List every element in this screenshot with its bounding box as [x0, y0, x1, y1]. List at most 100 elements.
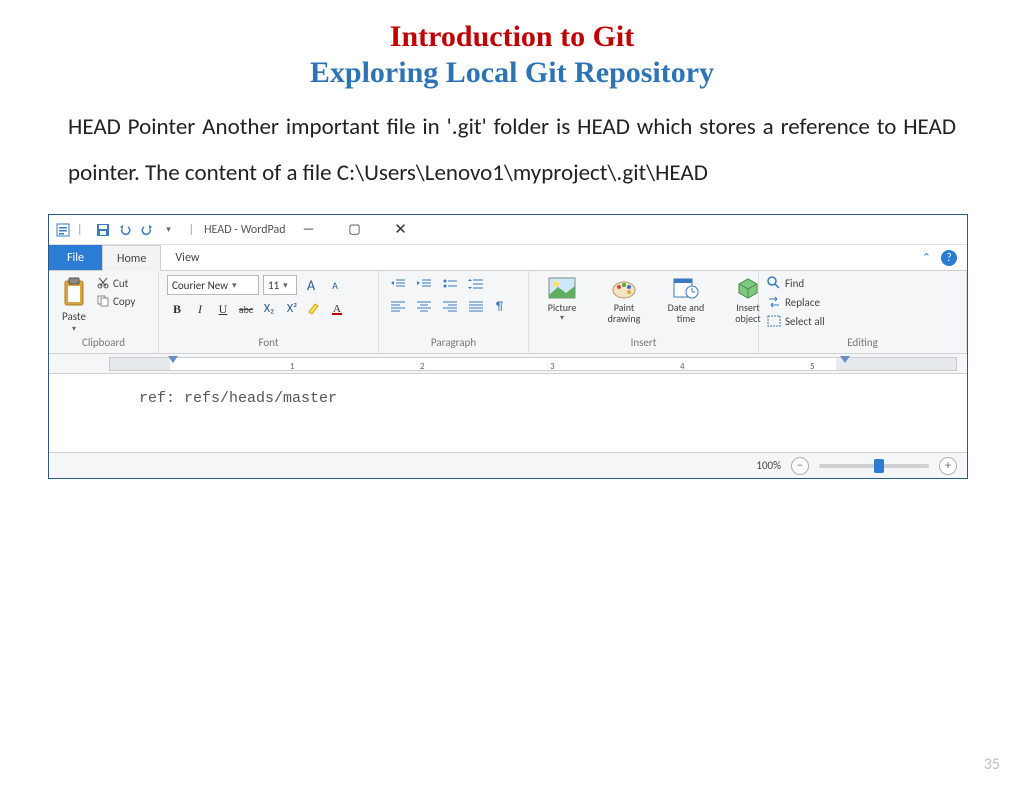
ruler-tick-1: 1 — [290, 361, 295, 372]
select-all-icon — [767, 315, 781, 327]
redo-icon[interactable] — [137, 220, 157, 240]
chevron-down-icon: ▾ — [560, 314, 564, 323]
maximize-button[interactable]: ▢ — [332, 215, 378, 244]
editing-group: Find Replace Select all Editing — [759, 271, 967, 353]
ruler-tick-3: 3 — [550, 361, 555, 372]
shrink-font-button[interactable]: A — [325, 275, 345, 295]
paint-icon — [609, 275, 639, 301]
save-icon[interactable] — [93, 220, 113, 240]
bullet-list-button[interactable] — [439, 275, 461, 293]
font-color-button[interactable]: A — [328, 299, 348, 319]
insert-group: Picture ▾ Paint drawing Date and time In… — [529, 271, 759, 353]
insert-paint-button[interactable]: Paint drawing — [599, 275, 649, 324]
collapse-ribbon-icon[interactable]: ⌃ — [922, 251, 931, 264]
ribbon: Paste ▾ Cut Copy Clipboard — [49, 271, 967, 354]
find-icon — [767, 276, 781, 290]
font-size-combo[interactable]: 11▾ — [263, 275, 297, 295]
window-title: HEAD - WordPad — [204, 223, 285, 237]
separator: | — [77, 223, 83, 237]
svg-text:¶: ¶ — [496, 300, 503, 312]
separator: | — [189, 223, 195, 237]
editing-group-label: Editing — [767, 334, 958, 351]
insert-group-label: Insert — [537, 334, 750, 351]
minimize-button[interactable]: — — [286, 215, 332, 244]
copy-label: Copy — [113, 295, 135, 308]
replace-label: Replace — [785, 296, 820, 309]
clipboard-group-label: Clipboard — [57, 334, 150, 351]
select-all-label: Select all — [785, 315, 825, 328]
paste-button[interactable]: Paste ▾ — [57, 275, 91, 334]
find-label: Find — [785, 277, 804, 290]
chevron-down-icon: ▾ — [72, 324, 76, 334]
insert-picture-button[interactable]: Picture ▾ — [537, 275, 587, 323]
undo-icon[interactable] — [115, 220, 135, 240]
font-family-combo[interactable]: Courier New▾ — [167, 275, 259, 295]
datetime-label: Date and time — [661, 302, 711, 324]
ruler-tick-4: 4 — [680, 361, 685, 372]
align-center-button[interactable] — [413, 297, 435, 315]
subscript-button[interactable]: X₂ — [259, 299, 279, 319]
status-bar: 100% − + — [49, 452, 967, 478]
chevron-down-icon: ▾ — [283, 280, 288, 291]
wordpad-app-icon — [55, 222, 71, 238]
clipboard-group: Paste ▾ Cut Copy Clipboard — [49, 271, 159, 353]
italic-button[interactable]: I — [190, 299, 210, 319]
zoom-in-button[interactable]: + — [939, 457, 957, 475]
view-tab[interactable]: View — [161, 245, 213, 270]
copy-button[interactable]: Copy — [97, 293, 135, 309]
font-group: Courier New▾ 11▾ A A B I U abc X₂ X² A — [159, 271, 379, 353]
calendar-icon — [671, 275, 701, 301]
increase-indent-button[interactable] — [413, 275, 435, 293]
help-icon[interactable]: ? — [941, 250, 957, 266]
underline-button[interactable]: U — [213, 299, 233, 319]
zoom-slider[interactable] — [819, 464, 929, 468]
align-right-button[interactable] — [439, 297, 461, 315]
bold-button[interactable]: B — [167, 299, 187, 319]
paragraph-dialog-button[interactable]: ¶ — [491, 297, 513, 315]
copy-icon — [97, 295, 109, 307]
highlight-button[interactable] — [305, 299, 325, 319]
line-spacing-button[interactable] — [465, 275, 487, 293]
ruler[interactable]: 1 2 3 4 5 — [49, 354, 967, 374]
ruler-indent-marker-left[interactable] — [168, 356, 178, 363]
chevron-down-icon: ▾ — [232, 280, 237, 291]
slide-paragraph: HEAD Pointer Another important file in '… — [68, 104, 956, 196]
insert-datetime-button[interactable]: Date and time — [661, 275, 711, 324]
title-bar[interactable]: | ▾ | HEAD - WordPad — ▢ ✕ — [49, 215, 967, 245]
align-justify-button[interactable] — [465, 297, 487, 315]
document-area[interactable]: ref: refs/heads/master — [49, 374, 967, 452]
cut-icon — [97, 277, 109, 289]
zoom-level: 100% — [756, 459, 781, 472]
select-all-button[interactable]: Select all — [767, 313, 825, 329]
wordpad-window: | ▾ | HEAD - WordPad — ▢ ✕ File — [48, 214, 968, 479]
picture-label: Picture — [548, 302, 577, 313]
align-left-button[interactable] — [387, 297, 409, 315]
ruler-indent-marker-right[interactable] — [840, 356, 850, 363]
ruler-tick-5: 5 — [810, 361, 815, 372]
replace-button[interactable]: Replace — [767, 294, 825, 310]
strikethrough-button[interactable]: abc — [236, 299, 256, 319]
paste-label: Paste — [62, 310, 86, 323]
paragraph-group: ¶ Paragraph — [379, 271, 529, 353]
superscript-button[interactable]: X² — [282, 299, 302, 319]
font-group-label: Font — [167, 334, 370, 351]
find-button[interactable]: Find — [767, 275, 825, 291]
zoom-out-button[interactable]: − — [791, 457, 809, 475]
slide-title-2: Exploring Local Git Repository — [0, 56, 1024, 90]
slide-title-1: Introduction to Git — [0, 20, 1024, 54]
paint-label: Paint drawing — [599, 302, 649, 324]
grow-font-button[interactable]: A — [301, 275, 321, 295]
qat-dropdown-icon[interactable]: ▾ — [159, 220, 179, 240]
close-button[interactable]: ✕ — [378, 215, 424, 244]
picture-icon — [547, 275, 577, 301]
paragraph-group-label: Paragraph — [387, 334, 520, 351]
cut-label: Cut — [113, 277, 128, 290]
home-tab[interactable]: Home — [102, 245, 161, 271]
ruler-tick-2: 2 — [420, 361, 425, 372]
cut-button[interactable]: Cut — [97, 275, 135, 291]
file-tab[interactable]: File — [49, 245, 102, 270]
zoom-thumb[interactable] — [874, 459, 884, 473]
decrease-indent-button[interactable] — [387, 275, 409, 293]
page-number: 35 — [984, 755, 1000, 774]
document-content: ref: refs/heads/master — [139, 390, 337, 407]
